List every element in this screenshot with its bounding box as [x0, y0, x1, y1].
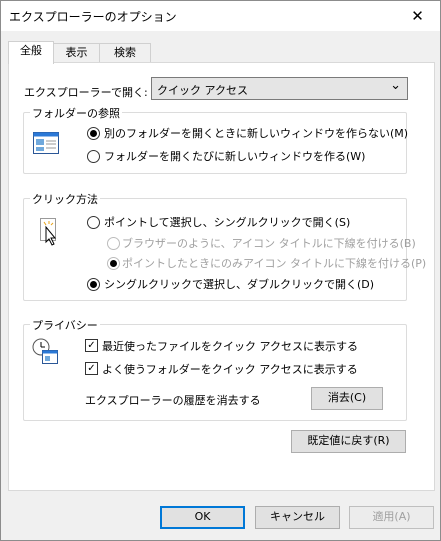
open-explorer-dropdown[interactable]: クイック アクセス ⌄ — [151, 77, 408, 100]
title-bar: エクスプローラーのオプション ✕ — [1, 1, 440, 31]
privacy-group: プライバシー ✓ 最近使ったファイルをクイック アクセスに表示する ✓ よく使う… — [23, 317, 407, 421]
new-window-label[interactable]: フォルダーを開くたびに新しいウィンドウを作る(W) — [104, 148, 365, 164]
browse-folders-title: フォルダーの参照 — [30, 105, 122, 121]
window-title: エクスプローラーのオプション — [9, 10, 177, 24]
privacy-title: プライバシー — [30, 317, 100, 333]
underline-browser-radio — [107, 237, 120, 250]
double-click-label[interactable]: シングルクリックで選択し、ダブルクリックで開く(D) — [104, 276, 374, 292]
close-icon[interactable]: ✕ — [395, 1, 440, 31]
show-recent-label[interactable]: 最近使ったファイルをクイック アクセスに表示する — [102, 338, 358, 354]
single-click-radio[interactable] — [87, 216, 100, 229]
click-items-group: クリック方法 ポイントして選択し、シングルクリックで開く(S) ブラウザーのよう… — [23, 191, 426, 301]
clear-history-label: エクスプローラーの履歴を消去する — [85, 394, 261, 407]
general-panel: エクスプローラーで開く: クイック アクセス ⌄ フォルダーの参照 別のフォルダ… — [8, 62, 435, 491]
folder-window-icon — [33, 132, 59, 154]
underline-browser-label: ブラウザーのように、アイコン タイトルに下線を付ける(B) — [122, 237, 416, 250]
single-click-label[interactable]: ポイントして選択し、シングルクリックで開く(S) — [104, 214, 350, 230]
folder-options-dialog: エクスプローラーのオプション ✕ 全般 表示 検索 エクスプローラーで開く: ク… — [0, 0, 441, 541]
ok-button[interactable]: OK — [160, 506, 245, 529]
privacy-history-icon — [32, 338, 58, 364]
tab-view[interactable]: 表示 — [52, 43, 101, 63]
show-recent-checkbox[interactable]: ✓ — [85, 339, 98, 352]
double-click-radio[interactable] — [87, 278, 100, 291]
underline-point-radio — [107, 257, 120, 270]
show-frequent-label[interactable]: よく使うフォルダーをクイック アクセスに表示する — [102, 361, 358, 377]
chevron-down-icon: ⌄ — [390, 78, 401, 93]
restore-defaults-button[interactable]: 既定値に戻す(R) — [291, 430, 406, 453]
tab-general[interactable]: 全般 — [8, 41, 54, 64]
new-window-radio[interactable] — [87, 150, 100, 163]
open-explorer-label: エクスプローラーで開く: — [24, 86, 148, 99]
browse-folders-group: フォルダーの参照 別のフォルダーを開くときに新しいウィンドウを作らない(M) フ… — [23, 105, 408, 174]
clear-history-button[interactable]: 消去(C) — [311, 387, 383, 410]
tab-search[interactable]: 検索 — [99, 43, 151, 63]
same-window-radio[interactable] — [87, 127, 100, 140]
pointer-click-icon — [40, 218, 57, 246]
cancel-button[interactable]: キャンセル — [255, 506, 340, 529]
show-frequent-checkbox[interactable]: ✓ — [85, 362, 98, 375]
apply-button[interactable]: 適用(A) — [349, 506, 434, 529]
open-explorer-value: クイック アクセス — [157, 84, 248, 97]
click-items-title: クリック方法 — [30, 191, 100, 207]
underline-point-label: ポイントしたときにのみアイコン タイトルに下線を付ける(P) — [122, 257, 427, 270]
same-window-label[interactable]: 別のフォルダーを開くときに新しいウィンドウを作らない(M) — [104, 125, 408, 141]
